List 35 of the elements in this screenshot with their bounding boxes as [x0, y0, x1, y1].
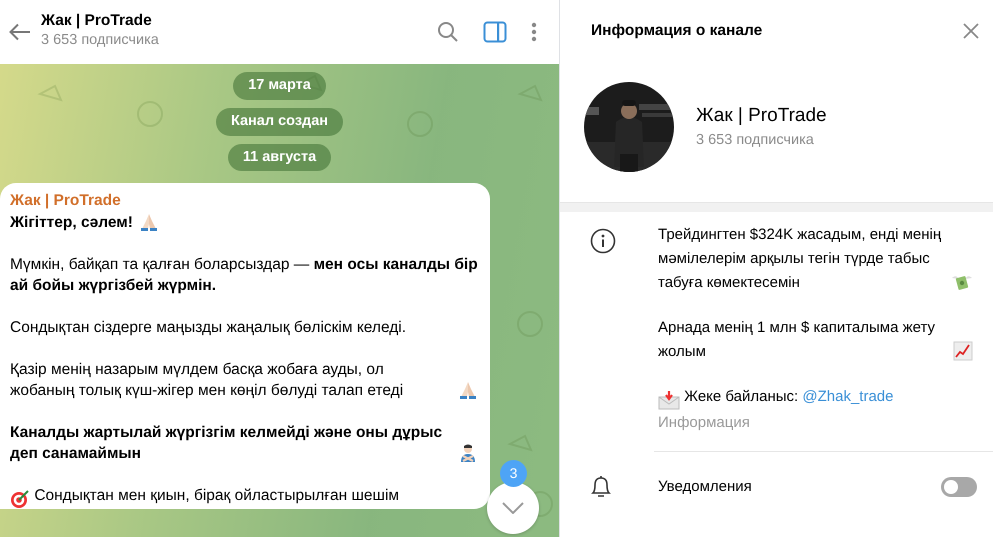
channel-title[interactable]: Жак | ProTrade: [41, 12, 437, 30]
subscriber-count: 3 653 подписчика: [696, 131, 815, 150]
description-text: Трейдингтен $324K жасадым, енді менің мәмілелерім арқылы тегін түрде табыс табуға көмектесемін: [658, 225, 942, 293]
rising-chart-icon: [953, 341, 973, 362]
crossed-arms-icon: [458, 443, 478, 464]
chevron-down-icon: [502, 502, 524, 514]
channel-name: Жак | ProTrade: [696, 104, 827, 128]
description-label: Информация: [658, 413, 751, 433]
praying-hands-icon: [458, 380, 478, 400]
message-text: Каналды жартылай жүргізгім келмейді және оны дұрыс деп санамаймын: [10, 423, 444, 464]
message-text: Жігіттер, сәлем!: [10, 213, 133, 234]
subscriber-count: 3 653 подписчика: [41, 31, 160, 50]
description-text: Арнада менің 1 млн $ капиталыма жету жолым: [658, 318, 936, 362]
bell-icon: [590, 474, 612, 498]
info-icon: [590, 228, 616, 254]
message-text: Сондықтан сіздерге маңызды жаңалық бөліскім келеді.: [10, 319, 406, 336]
unread-badge: 3: [500, 460, 527, 487]
date-label: 11 августа: [228, 144, 332, 172]
message-text: Мүмкін, байқап та қалған боларсыздар — мен осы каналды бір ай бойы жүргізбей жүрмін.: [10, 256, 478, 294]
scroll-down-button[interactable]: [487, 482, 539, 534]
praying-hands-icon: [138, 212, 159, 232]
description-text: Жеке байланыс:: [684, 388, 798, 405]
message-author[interactable]: Жак | ProTrade: [10, 191, 478, 212]
more-menu-button[interactable]: [531, 20, 537, 44]
notifications-toggle[interactable]: [941, 477, 977, 497]
panel-title: Информация о канале: [591, 21, 764, 42]
message-text: Сондықтан мен қиын, бірақ ойластырылған шешім: [34, 487, 400, 504]
date-label: Канал создан: [216, 108, 344, 136]
search-button[interactable]: [437, 20, 459, 44]
notifications-label: Уведомления: [658, 476, 753, 497]
side-panel-button[interactable]: [483, 20, 507, 44]
message-text: Қазір менің назарым мүлдем басқа жобаға ауды, ол жобаның толық күш-жігер мен көңіл бөлуді талап етеді: [10, 360, 404, 402]
envelope-arrow-icon: [658, 390, 680, 410]
username-link[interactable]: @Zhak_trade: [802, 388, 894, 405]
date-label: 17 марта: [233, 72, 326, 100]
